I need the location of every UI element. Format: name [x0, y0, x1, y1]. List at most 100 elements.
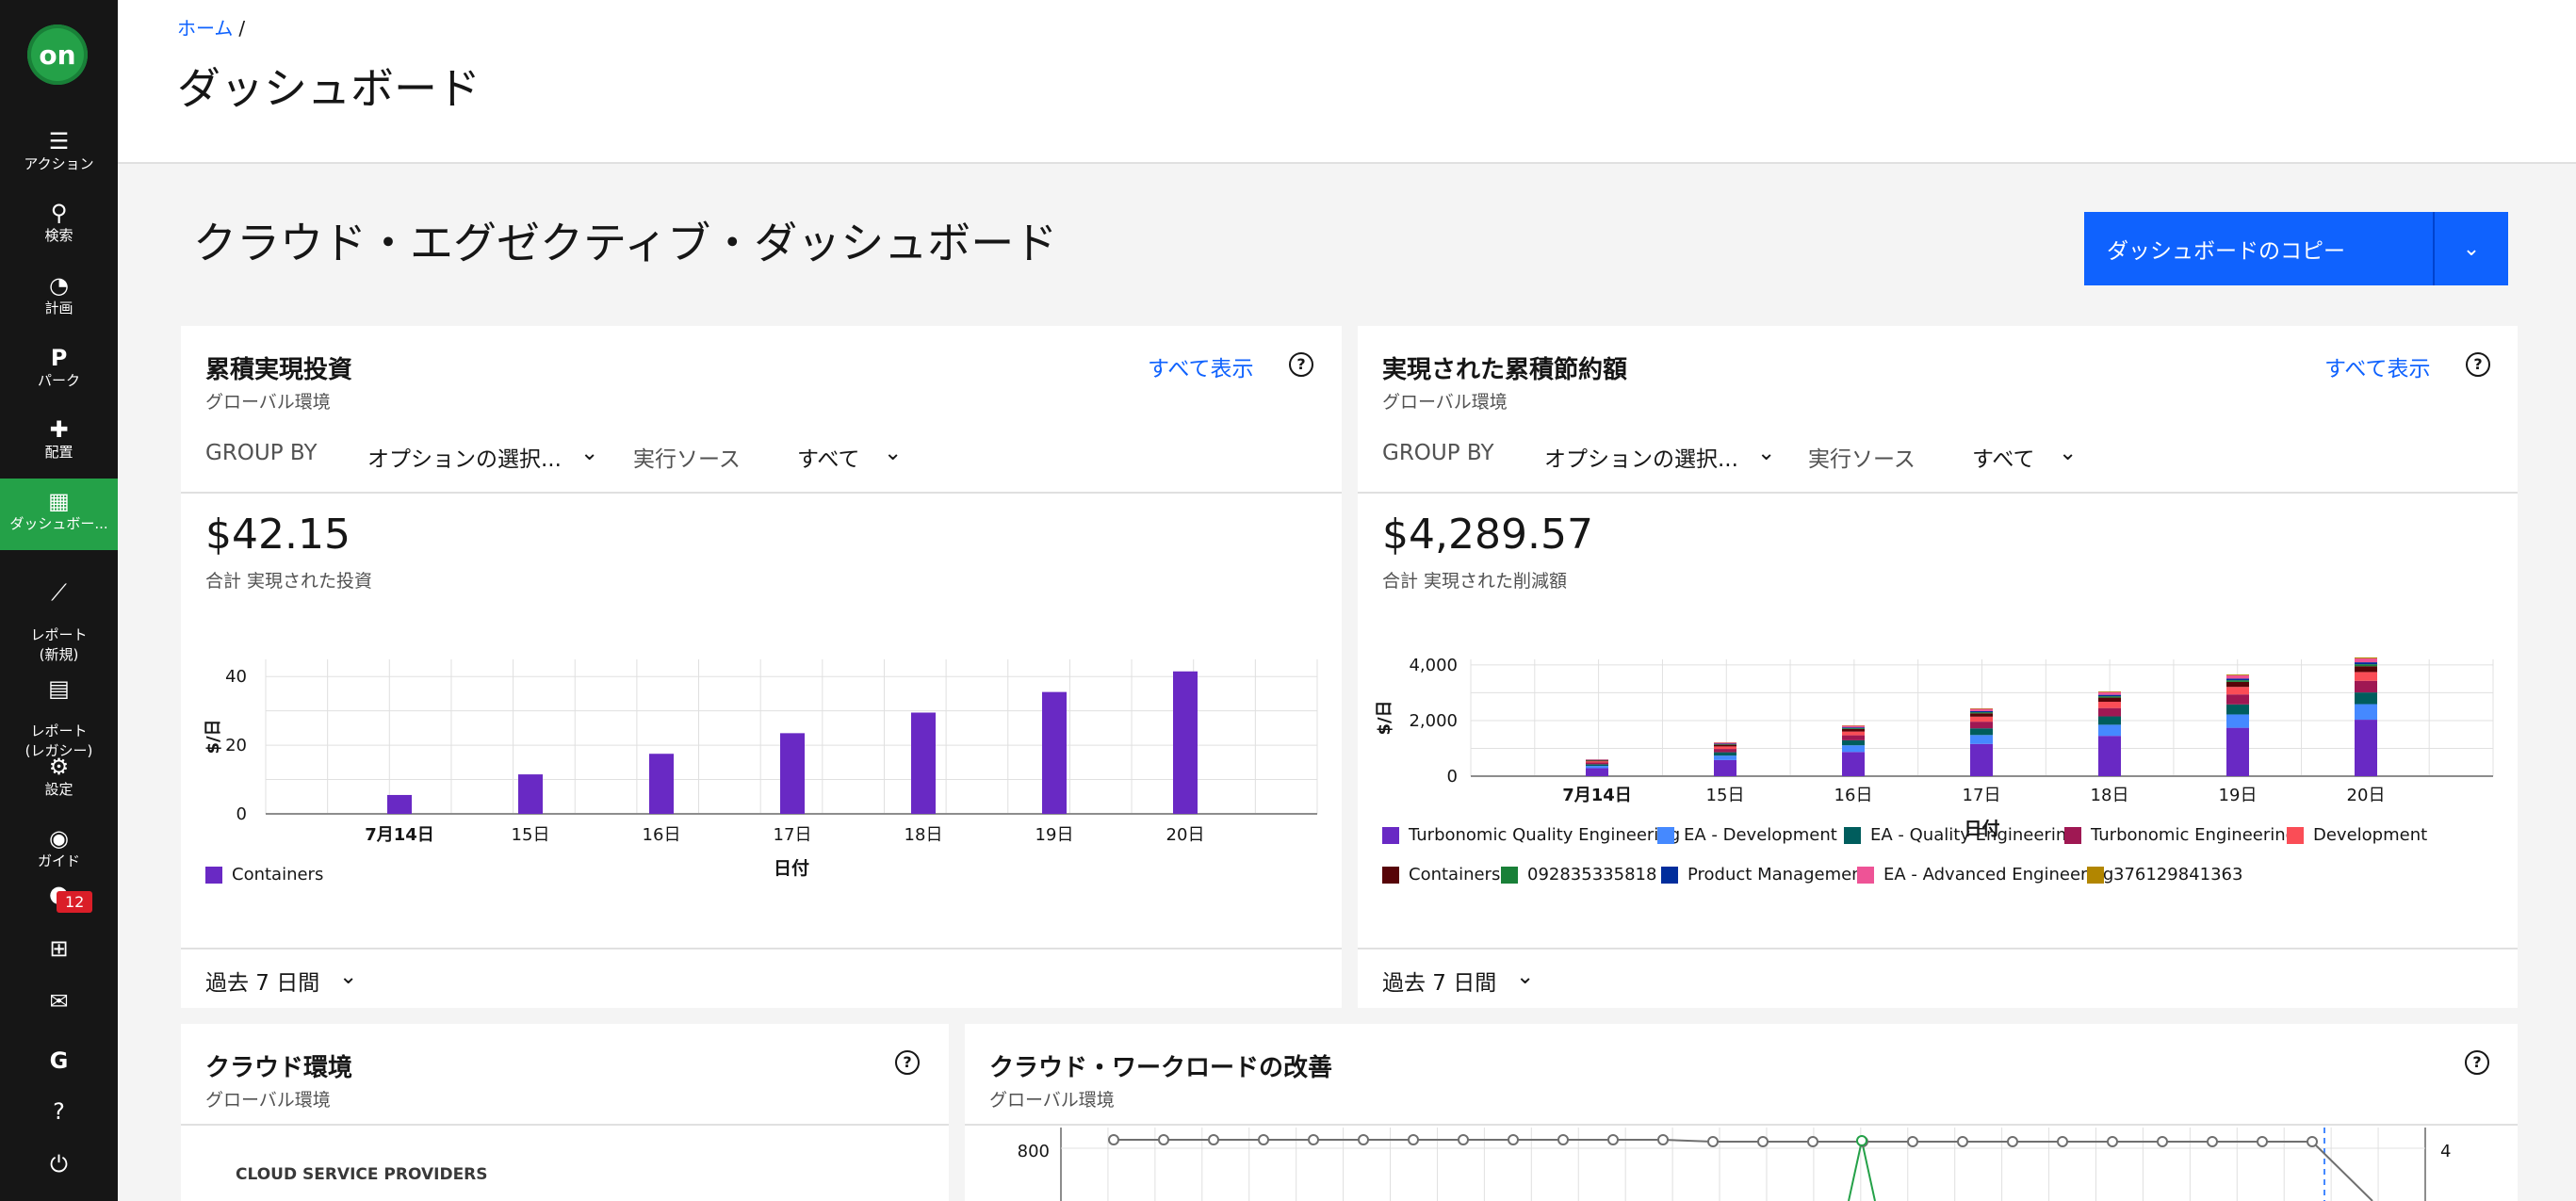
card-title: 実現された累積節約額: [1382, 356, 1628, 384]
legend-item[interactable]: Development: [2287, 825, 2427, 845]
sidebar-item-label: パーク: [37, 372, 80, 389]
group-by-label: GROUP BY: [205, 441, 318, 465]
sidebar-item-plan[interactable]: ◔ 計画: [0, 272, 118, 318]
google-account-button[interactable]: G: [0, 1047, 118, 1074]
bar-segment: [1970, 728, 1993, 736]
x-tick-label: 19日: [2219, 786, 2258, 805]
sidebar-item-park[interactable]: P パーク: [0, 345, 118, 391]
copy-dashboard-button[interactable]: ダッシュボードのコピー ⌄: [2084, 212, 2508, 285]
source-select[interactable]: すべて: [797, 441, 859, 473]
legend-swatch: [1501, 866, 1518, 884]
period-select[interactable]: 過去 7 日間: [205, 965, 319, 997]
sidebar-item-reports-new[interactable]: ⟋ レポート (新規): [0, 560, 118, 665]
data-point: [1508, 1134, 1519, 1145]
bar-segment: [2098, 707, 2121, 717]
bar-segment: [2226, 680, 2249, 682]
sidebar-item-dashboard[interactable]: ▦ ダッシュボー...: [0, 479, 118, 550]
chart-line-icon: ⟋: [51, 579, 67, 606]
sidebar-item-reports-legacy[interactable]: ▤ レポート (レガシー): [0, 656, 118, 761]
chevron-down-icon[interactable]: ⌄: [2059, 441, 2077, 465]
legend-item[interactable]: Containers: [1382, 865, 1500, 885]
legend-swatch: [2064, 826, 2081, 844]
data-point: [2207, 1136, 2218, 1147]
chevron-down-icon[interactable]: ⌄: [580, 441, 598, 465]
bar-segment: [2355, 657, 2377, 658]
bar-segment: [1586, 761, 1608, 763]
help-icon[interactable]: ?: [895, 1050, 920, 1075]
sidebar-item-search[interactable]: ⚲ 検索: [0, 200, 118, 246]
help-button[interactable]: ?: [0, 1098, 118, 1125]
y-tick-right: 4: [2440, 1142, 2451, 1161]
legend-item[interactable]: 092835335818: [1501, 865, 1656, 885]
view-all-link[interactable]: すべて表示: [2324, 350, 2430, 382]
sidebar-item-settings[interactable]: ⚙ 設定: [0, 754, 118, 800]
logout-button[interactable]: ⏻: [0, 1151, 118, 1177]
mail-icon: ✉: [49, 988, 69, 1014]
copy-dashboard-label: ダッシュボードのコピー: [2084, 212, 2435, 285]
bar-segment: [1970, 710, 1993, 713]
bar-segment: [1586, 766, 1608, 769]
logo[interactable]: on: [27, 24, 88, 85]
messages-button[interactable]: ✉: [0, 988, 118, 1014]
breadcrumb-home-link[interactable]: ホーム: [177, 17, 233, 40]
legend-label: Development: [2313, 825, 2428, 845]
data-point: [1607, 1134, 1619, 1145]
y-tick-left: 800: [1018, 1142, 1050, 1161]
x-tick-label: 19日: [1035, 825, 1074, 845]
chevron-down-icon[interactable]: ⌄: [339, 965, 357, 989]
bar-segment: [1586, 768, 1608, 776]
view-all-link[interactable]: すべて表示: [1148, 350, 1253, 382]
data-point: [2057, 1136, 2068, 1147]
gear-icon: ⚙: [48, 754, 70, 780]
chevron-down-icon[interactable]: ⌄: [2435, 212, 2508, 285]
help-icon[interactable]: ?: [1289, 352, 1313, 377]
page-header: ホーム / ダッシュボード: [118, 0, 2576, 164]
sidebar-item-placement[interactable]: ✚ 配置: [0, 416, 118, 463]
dashboard-title: クラウド・エグゼクティブ・ダッシュボード: [193, 218, 1058, 268]
bar: [780, 733, 805, 814]
bar-segment: [2355, 657, 2377, 663]
legend-item[interactable]: EA - Quality Engineering: [1844, 825, 2078, 845]
help-icon[interactable]: ?: [2466, 352, 2490, 377]
data-point: [1957, 1136, 1968, 1147]
chevron-down-icon[interactable]: ⌄: [1757, 441, 1775, 465]
bar-segment: [1842, 727, 1865, 729]
x-tick-label: 16日: [1834, 786, 1873, 805]
legend-item[interactable]: Turbonomic Engineering: [2064, 825, 2296, 845]
group-by-select[interactable]: オプションの選択...: [1544, 441, 1738, 473]
whats-new-button[interactable]: ⊞: [0, 935, 118, 962]
series-line-secondary: [1848, 1140, 1876, 1201]
data-point: [2007, 1136, 2018, 1147]
bar-segment: [1842, 752, 1865, 776]
chevron-down-icon[interactable]: ⌄: [1516, 965, 1534, 989]
legend-label: 092835335818: [1527, 865, 1657, 885]
bar-segment: [2098, 696, 2121, 698]
legend-item[interactable]: EA - Development 1: [1657, 825, 1853, 845]
bar: [518, 774, 543, 814]
bar-segment: [1842, 745, 1865, 753]
legend-item[interactable]: Containers: [205, 865, 323, 885]
legend-swatch: [1661, 866, 1678, 884]
legend-item[interactable]: Product Management: [1661, 865, 1869, 885]
chart-legend: Turbonomic Quality Engineering EA - Devel…: [1382, 825, 2494, 901]
help-icon[interactable]: ?: [2465, 1050, 2489, 1075]
bar-segment: [1714, 752, 1736, 756]
chevron-down-icon[interactable]: ⌄: [884, 441, 902, 465]
group-by-select[interactable]: オプションの選択...: [367, 441, 562, 473]
bar-segment: [2355, 704, 2377, 721]
breadcrumb: ホーム /: [177, 13, 245, 41]
x-tick-label: 15日: [512, 825, 550, 845]
y-tick-label: 40: [225, 667, 247, 687]
legend-item[interactable]: EA - Advanced Engineering: [1857, 865, 2113, 885]
y-tick-label: 4,000: [1409, 656, 1458, 675]
bar-segment: [2226, 687, 2249, 695]
filter-row: GROUP BY オプションの選択... ⌄ 実行ソース すべて ⌄: [1358, 431, 2518, 494]
source-select[interactable]: すべて: [1972, 441, 2034, 473]
legend-label: Product Management: [1687, 865, 1869, 885]
sidebar-item-actions[interactable]: ☰ アクション: [0, 128, 118, 174]
legend-item[interactable]: Turbonomic Quality Engineering: [1382, 825, 1680, 845]
sidebar-item-guide[interactable]: ◉ ガイド: [0, 825, 118, 871]
period-select[interactable]: 過去 7 日間: [1382, 965, 1496, 997]
legend-item[interactable]: 376129841363: [2087, 865, 2242, 885]
bar-segment: [2098, 694, 2121, 697]
